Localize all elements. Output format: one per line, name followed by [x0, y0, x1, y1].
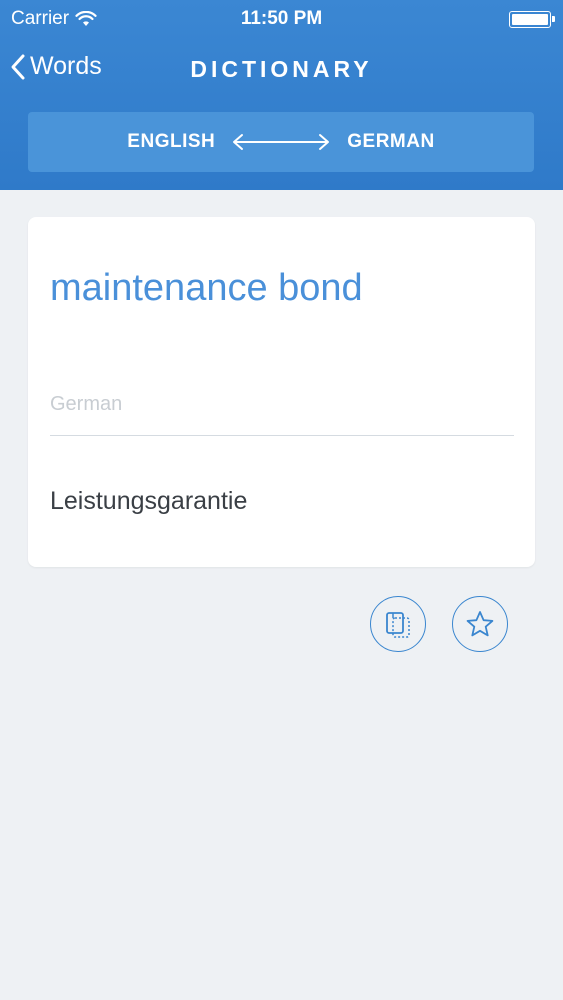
target-language-label: German	[50, 393, 123, 415]
translation-card: maintenance bond German Leistungsgaranti…	[28, 217, 535, 567]
favorite-button[interactable]	[452, 596, 508, 652]
battery-icon	[509, 11, 555, 28]
copy-icon	[386, 612, 410, 638]
language-switch-button[interactable]: ENGLISH GERMAN	[28, 112, 534, 172]
page-title: DICTIONARY	[190, 56, 373, 82]
copy-button[interactable]	[370, 596, 426, 652]
translation-text: Leistungsgarantie	[50, 487, 248, 515]
star-icon	[466, 611, 494, 637]
target-language: GERMAN	[347, 131, 435, 152]
source-term: maintenance bond	[50, 267, 363, 309]
clock: 11:50 PM	[240, 8, 323, 29]
divider	[50, 435, 514, 436]
status-bar: Carrier 11:50 PM	[0, 0, 563, 38]
swap-arrow-icon	[231, 133, 331, 151]
source-language: ENGLISH	[127, 131, 216, 152]
header: Carrier 11:50 PM Words DICTIONARY ENGLIS…	[0, 0, 563, 190]
